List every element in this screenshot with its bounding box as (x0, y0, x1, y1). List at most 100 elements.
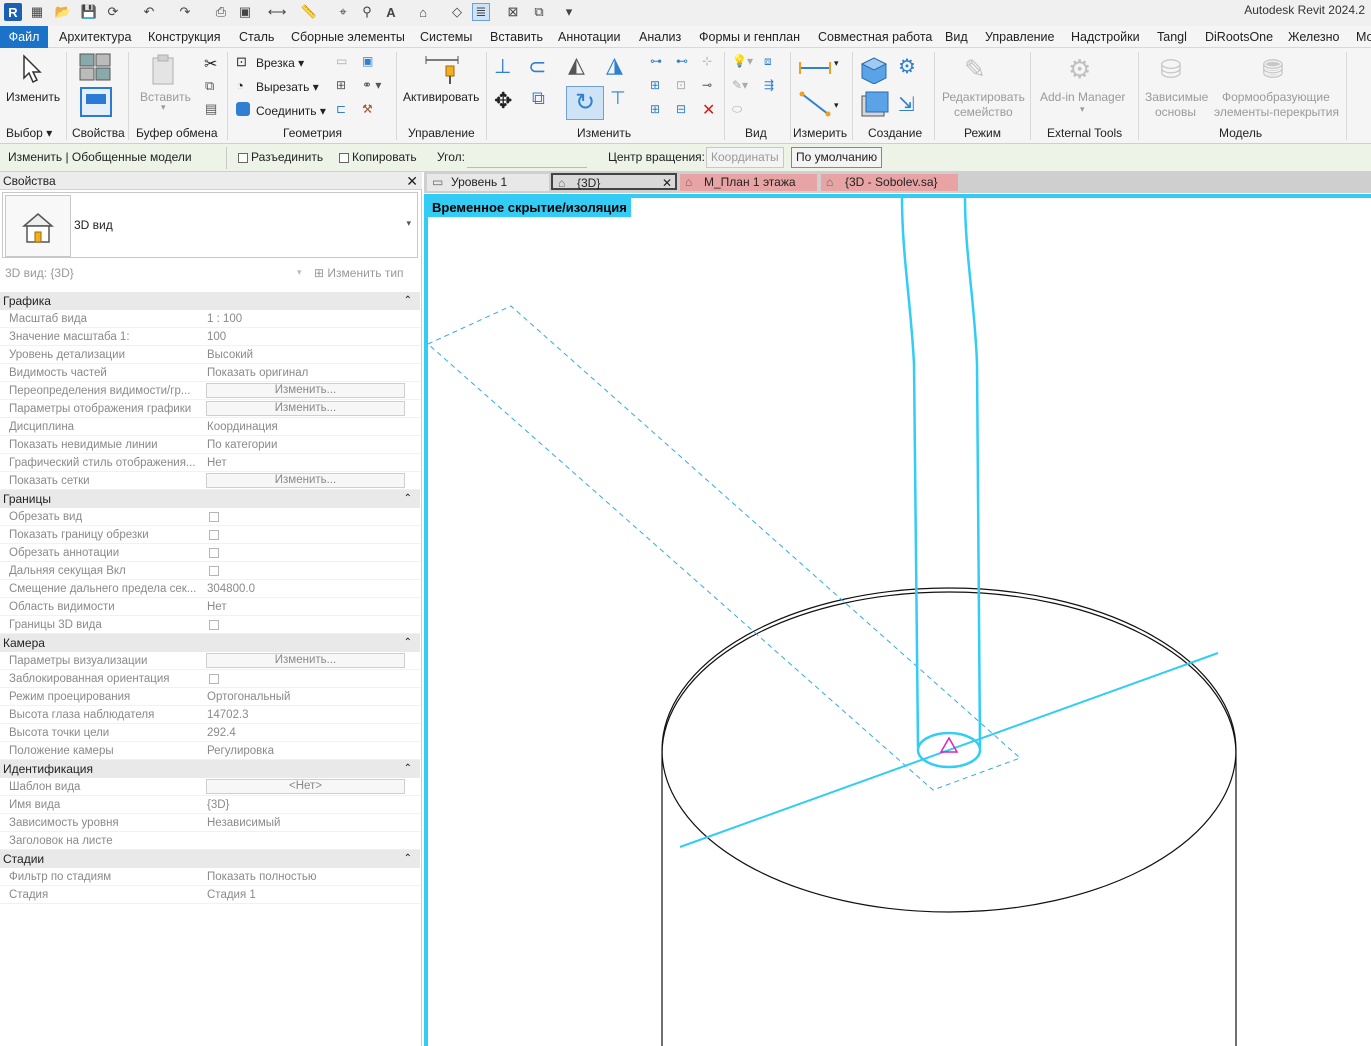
property-row[interactable]: Параметры отображения графики Изменить... (0, 400, 420, 418)
panel-select[interactable]: Выбор ▾ (6, 125, 52, 141)
edit-family-button[interactable]: Редактировать (942, 90, 1025, 104)
pipe-right-edge[interactable] (963, 197, 982, 748)
paste-icon[interactable] (150, 54, 178, 86)
close-icon[interactable]: ✕ (406, 172, 418, 190)
properties-section[interactable]: Стадии ⌃ (0, 850, 420, 868)
property-row[interactable]: Дисциплина Координация (0, 418, 420, 436)
property-checkbox[interactable] (209, 548, 219, 558)
unpin-icon[interactable]: ⊹ (702, 54, 712, 68)
addin-dropdown-icon[interactable]: ▾ (1080, 104, 1085, 115)
properties-section[interactable]: Границы ⌃ (0, 490, 420, 508)
copy-checkbox-box[interactable] (339, 152, 349, 163)
property-row[interactable]: Фильтр по стадиям Показать полностью (0, 868, 420, 886)
property-row[interactable]: Область видимости Нет (0, 598, 420, 616)
scale-icon[interactable]: ⊡ (676, 78, 686, 92)
text-icon[interactable]: A (382, 3, 400, 21)
join-geometry-icon[interactable] (236, 102, 250, 116)
tab-more[interactable]: Мо (1356, 26, 1371, 48)
save-icon[interactable]: 💾 (80, 3, 98, 21)
tab-insert[interactable]: Вставить (490, 26, 543, 48)
move-icon[interactable]: ✥ (494, 88, 512, 114)
reference-plane-dashed[interactable] (427, 305, 1021, 791)
edit-type-button[interactable]: ⊞ Изменить тип (314, 266, 404, 280)
override-graphics-icon[interactable]: ⧈ (764, 54, 772, 69)
tag-icon[interactable]: ⌖ (334, 3, 352, 21)
tab-structure[interactable]: Конструкция (148, 26, 221, 48)
property-row[interactable]: Видимость частей Показать оригинал (0, 364, 420, 382)
scissors-icon[interactable]: ✂ (204, 54, 217, 74)
property-value[interactable]: Высокий (207, 346, 253, 364)
property-value[interactable]: Нет (207, 598, 227, 616)
property-row[interactable]: Обрезать вид (0, 508, 420, 526)
pin-icon[interactable]: ⊸ (702, 78, 712, 92)
property-edit-button[interactable]: Изменить... (206, 473, 405, 488)
collapse-chevron-icon[interactable]: ⌃ (404, 490, 412, 508)
print-icon[interactable]: ⎙ (212, 3, 230, 21)
properties-icon[interactable] (78, 52, 114, 118)
property-edit-button[interactable]: <Нет> (206, 779, 405, 794)
property-row[interactable]: Смещение дальнего предела сек... 304800.0 (0, 580, 420, 598)
property-value[interactable]: Независимый (207, 814, 280, 832)
copy-icon[interactable]: ⧉ (205, 78, 214, 94)
dimension-icon[interactable] (798, 90, 834, 120)
filter-icon[interactable]: ⬭ (732, 102, 742, 117)
print-setup-icon[interactable]: ▣ (236, 3, 254, 21)
extend-icon[interactable]: ⊟ (676, 102, 686, 116)
copy-checkbox[interactable]: Копировать (339, 150, 417, 164)
type-dropdown-icon[interactable]: ▾ (406, 218, 411, 229)
collapse-chevron-icon[interactable]: ⌃ (404, 760, 412, 778)
tab-file[interactable]: Файл (0, 26, 48, 48)
property-checkbox[interactable] (209, 620, 219, 630)
property-row[interactable]: Переопределения видимости/гр... Изменить.… (0, 382, 420, 400)
dependent-hosts-button[interactable]: Зависимые (1145, 90, 1208, 104)
beam-joins-icon[interactable]: ⚭ ▾ (362, 78, 381, 92)
property-checkbox[interactable] (209, 566, 219, 576)
property-row[interactable]: Зависимость уровня Независимый (0, 814, 420, 832)
hide-element-icon[interactable]: ⇶ (764, 78, 774, 92)
create-assembly-icon[interactable] (858, 54, 890, 84)
activate-button[interactable]: Активировать (403, 90, 479, 104)
property-value[interactable]: Регулировка (207, 742, 274, 760)
undo-icon[interactable]: ↶ (140, 3, 158, 21)
property-edit-button[interactable]: Изменить... (206, 383, 405, 398)
close-hidden-icon[interactable]: ⊠ (504, 3, 522, 21)
join-geometry-button[interactable]: Соединить ▾ (256, 104, 326, 118)
match-properties-icon[interactable]: ▤ (205, 101, 217, 117)
hammer-icon[interactable]: ⚒ (362, 102, 373, 116)
mirror-pick-axis-icon[interactable]: ◭ (568, 52, 585, 78)
property-checkbox[interactable] (209, 674, 219, 684)
addin-manager-icon[interactable]: ⚙ (1068, 54, 1091, 85)
property-row[interactable]: Режим проецирования Ортогональный (0, 688, 420, 706)
section-icon[interactable]: ◇ (448, 3, 466, 21)
cut-geometry-button[interactable]: Вырезать ▾ (256, 80, 319, 94)
disjoin-checkbox-box[interactable] (238, 152, 248, 163)
property-row[interactable]: Показать сетки Изменить... (0, 472, 420, 490)
type-selector[interactable]: 3D вид ▾ (2, 192, 418, 258)
property-value[interactable]: Показать оригинал (207, 364, 308, 382)
property-row[interactable]: Границы 3D вида (0, 616, 420, 634)
split-element-icon[interactable]: ⊶ (650, 54, 662, 68)
property-row[interactable]: Заблокированная ориентация (0, 670, 420, 688)
split-face-icon[interactable]: ▭ (336, 54, 347, 68)
tab-analyze[interactable]: Анализ (639, 26, 681, 48)
drawing-area[interactable]: Временное скрытие/изоляция (424, 194, 1371, 1046)
property-row[interactable]: Показать границу обрезки (0, 526, 420, 544)
tab-steel[interactable]: Сталь (239, 26, 274, 48)
property-edit-button[interactable]: Изменить... (206, 653, 405, 668)
tab-architecture[interactable]: Архитектура (59, 26, 131, 48)
tab-addins[interactable]: Надстройки (1071, 26, 1140, 48)
tab-systems[interactable]: Системы (420, 26, 472, 48)
sync-icon[interactable]: ⟳ (104, 3, 122, 21)
property-value[interactable]: Координация (207, 418, 278, 436)
cut-geometry-icon[interactable]: ◔ (236, 78, 244, 93)
tab-dirootsone[interactable]: DiRootsOne (1205, 26, 1273, 48)
addin-manager-button[interactable]: Add-in Manager (1040, 90, 1125, 104)
thin-lines-icon[interactable]: ≣ (472, 3, 490, 21)
property-row[interactable]: Высота точки цели 292.4 (0, 724, 420, 742)
find-icon[interactable]: ⚲ (358, 3, 376, 21)
property-value[interactable]: 292.4 (207, 724, 236, 742)
tab-zhelezno[interactable]: Железно (1288, 26, 1339, 48)
revit-logo-icon[interactable]: R (4, 3, 22, 21)
rotate-icon[interactable]: ↻ (566, 86, 604, 120)
property-row[interactable]: Графический стиль отображения... Нет (0, 454, 420, 472)
